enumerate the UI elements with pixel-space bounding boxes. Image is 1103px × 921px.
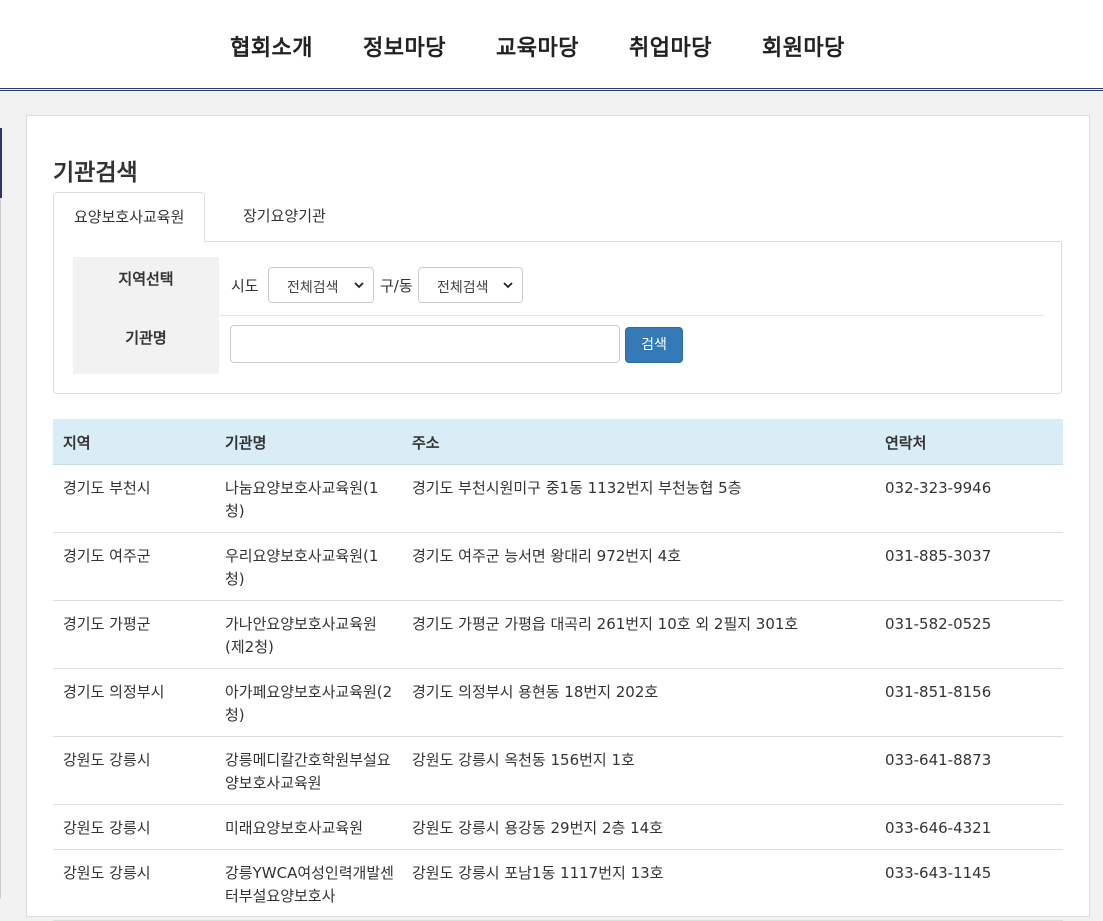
region-select-label: 지역선택	[73, 257, 219, 316]
table-row: 강원도 강릉시 강릉메디칼간호학원부설요양보호사교육원 강원도 강릉시 옥천동 15…	[53, 737, 1063, 805]
cell-address: 경기도 부천시원미구 중1동 1132번지 부천농협 5층	[412, 479, 742, 497]
cell-phone: 031-582-0525	[885, 615, 992, 633]
tab-bar: 요양보호사교육원 장기요양기관	[53, 192, 1062, 243]
page-title: 기관검색	[53, 160, 138, 186]
cell-address: 강원도 강릉시 용강동 29번지 2층 14호	[412, 819, 663, 837]
cell-address: 경기도 여주군 능서면 왕대리 972번지 4호	[412, 547, 682, 565]
header-phone: 연락처	[885, 434, 927, 452]
cell-name: 나눔요양보호사교육원(1청)	[225, 479, 379, 520]
cell-phone: 031-851-8156	[885, 683, 992, 701]
nav-item-education[interactable]: 교육마당	[471, 30, 604, 62]
cell-region: 강원도 강릉시	[63, 751, 151, 769]
header-region: 지역	[63, 434, 91, 452]
header-address: 주소	[412, 434, 440, 452]
cell-phone: 032-323-9946	[885, 479, 992, 497]
chevron-down-icon	[502, 276, 514, 297]
nav-item-info[interactable]: 정보마당	[338, 30, 471, 62]
table-row: 경기도 가평군 가나안요양보호사교육원(제2청) 경기도 가평군 가평읍 대곡리 2…	[53, 601, 1063, 669]
search-form: 지역선택 기관명 시도 전체검색 구/동 전체검색 검색	[53, 241, 1062, 394]
cell-address: 경기도 가평군 가평읍 대곡리 261번지 10호 외 2필지 301호	[412, 615, 799, 633]
cell-phone: 033-641-8873	[885, 751, 992, 769]
nav-item-jobs[interactable]: 취업마당	[604, 30, 737, 62]
cell-address: 강원도 강릉시 옥천동 156번지 1호	[412, 751, 635, 769]
row-divider	[219, 315, 1044, 316]
gudong-select-value: 전체검색	[437, 280, 489, 296]
table-row: 강원도 강릉시 강릉YWCA여성인력개발센터부설요양보호사 강원도 강릉시 포남1동…	[53, 850, 1063, 921]
nav-divider	[0, 90, 1103, 91]
sido-select-value: 전체검색	[287, 280, 339, 296]
institution-name-input[interactable]	[230, 325, 620, 363]
table-header: 지역 기관명 주소 연락처	[53, 419, 1063, 465]
table-row: 경기도 의정부시 아가페요양보호사교육원(2청) 경기도 의정부시 용현동 18번지…	[53, 669, 1063, 737]
nav-item-about[interactable]: 협회소개	[205, 30, 338, 62]
cell-region: 강원도 강릉시	[63, 819, 151, 837]
cell-region: 경기도 부천시	[63, 479, 151, 497]
sido-select[interactable]: 전체검색	[268, 267, 374, 303]
cell-phone: 033-646-4321	[885, 819, 992, 837]
content-panel: 기관검색 요양보호사교육원 장기요양기관 지역선택 기관명 시도 전체검색 구/…	[26, 115, 1090, 921]
header-name: 기관명	[225, 434, 267, 452]
cell-name: 미래요양보호사교육원	[225, 819, 364, 837]
cell-name: 아가페요양보호사교육원(2청)	[225, 683, 393, 724]
cell-address: 강원도 강릉시 포남1동 1117번지 13호	[412, 864, 664, 882]
institution-name-label: 기관명	[73, 316, 219, 374]
nav-menu: 협회소개 정보마당 교육마당 취업마당 회원마당	[0, 30, 1075, 62]
sidebar-edge	[0, 128, 2, 198]
cell-name: 우리요양보호사교육원(1청)	[225, 547, 379, 588]
sidebar-edge-line	[0, 198, 1, 898]
chevron-down-icon	[353, 276, 365, 297]
table-row: 강원도 강릉시 미래요양보호사교육원 강원도 강릉시 용강동 29번지 2층 14호…	[53, 805, 1063, 850]
tab-training-center[interactable]: 요양보호사교육원	[53, 192, 206, 243]
cell-name: 강릉YWCA여성인력개발센터부설요양보호사	[225, 864, 394, 905]
nav-item-members[interactable]: 회원마당	[737, 30, 870, 62]
cell-region: 경기도 여주군	[63, 547, 151, 565]
gudong-label: 구/동	[380, 277, 413, 295]
cell-phone: 033-643-1145	[885, 864, 992, 882]
cell-region: 경기도 가평군	[63, 615, 151, 633]
gudong-select[interactable]: 전체검색	[418, 267, 523, 303]
table-row: 경기도 여주군 우리요양보호사교육원(1청) 경기도 여주군 능서면 왕대리 972…	[53, 533, 1063, 601]
top-navigation: 협회소개 정보마당 교육마당 취업마당 회원마당	[0, 0, 1103, 89]
cell-region: 경기도 의정부시	[63, 683, 165, 701]
results-table: 지역 기관명 주소 연락처 경기도 부천시 나눔요양보호사교육원(1청) 경기도 부…	[53, 419, 1063, 921]
table-body: 경기도 부천시 나눔요양보호사교육원(1청) 경기도 부천시원미구 중1동 1132…	[53, 465, 1063, 921]
cell-name: 강릉메디칼간호학원부설요양보호사교육원	[225, 751, 391, 792]
search-button[interactable]: 검색	[625, 327, 683, 363]
cell-name: 가나안요양보호사교육원(제2청)	[225, 615, 377, 656]
table-row: 경기도 부천시 나눔요양보호사교육원(1청) 경기도 부천시원미구 중1동 1132…	[53, 465, 1063, 533]
cell-region: 강원도 강릉시	[63, 864, 151, 882]
sido-label: 시도	[231, 277, 259, 295]
tab-care-facility[interactable]: 장기요양기관	[223, 192, 346, 240]
cell-address: 경기도 의정부시 용현동 18번지 202호	[412, 683, 659, 701]
cell-phone: 031-885-3037	[885, 547, 992, 565]
